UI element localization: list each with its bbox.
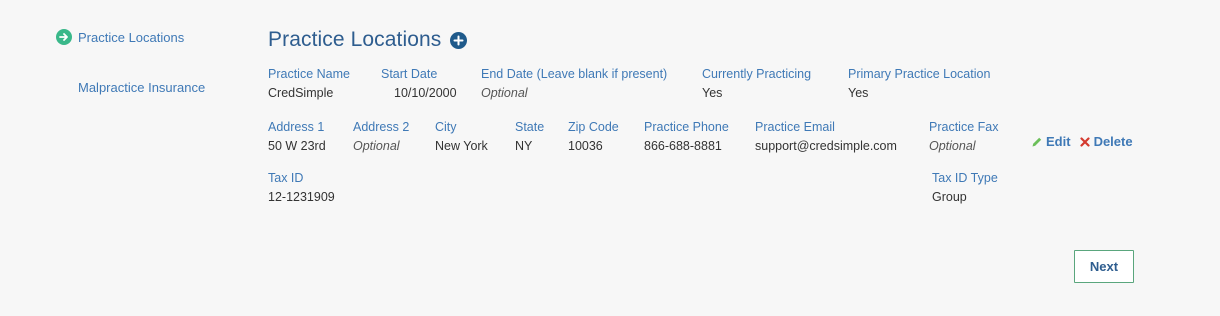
field-practice-name: Practice Name CredSimple <box>268 66 350 101</box>
field-value: Group <box>932 190 967 204</box>
field-label: Practice Email <box>755 120 835 134</box>
field-label: Practice Phone <box>644 120 729 134</box>
page-header: Practice Locations <box>268 28 468 52</box>
field-value: Optional <box>353 139 400 153</box>
edit-button[interactable]: Edit <box>1031 134 1071 149</box>
field-label: Start Date <box>381 67 438 81</box>
arrow-circle-right-icon <box>56 29 72 45</box>
edit-label: Edit <box>1046 134 1071 149</box>
field-value: Optional <box>929 139 976 153</box>
field-value: NY <box>515 139 533 153</box>
field-value: Optional <box>481 86 528 100</box>
field-tax-id-type: Tax ID Type Group <box>932 170 998 205</box>
delete-button[interactable]: Delete <box>1079 134 1133 149</box>
field-label: Address 1 <box>268 120 325 134</box>
field-city: City New York <box>435 119 488 154</box>
field-value: 866-688-8881 <box>644 139 722 153</box>
field-label: End Date (Leave blank if present) <box>481 67 668 81</box>
field-zip-code: Zip Code 10036 <box>568 119 619 154</box>
page-title: Practice Locations <box>268 28 442 51</box>
field-start-date: Start Date 10/10/2000 <box>381 66 457 101</box>
field-practice-phone: Practice Phone 866-688-8881 <box>644 119 729 154</box>
field-value: support@credsimple.com <box>755 139 897 153</box>
field-practice-fax: Practice Fax Optional <box>929 119 998 154</box>
field-label: City <box>435 120 457 134</box>
field-value: CredSimple <box>268 86 334 100</box>
pencil-icon <box>1032 137 1042 146</box>
field-label: Tax ID Type <box>932 171 998 185</box>
next-button[interactable]: Next <box>1074 250 1134 283</box>
field-tax-id: Tax ID 12-1231909 <box>268 170 335 205</box>
field-value: Yes <box>702 86 723 100</box>
field-practice-email: Practice Email support@credsimple.com <box>755 119 897 154</box>
field-label: Address 2 <box>353 120 410 134</box>
field-end-date: End Date (Leave blank if present) Option… <box>481 66 667 101</box>
field-label: Practice Name <box>268 67 350 81</box>
field-value: 10036 <box>568 139 603 153</box>
field-label: Zip Code <box>568 120 619 134</box>
field-label: Primary Practice Location <box>848 67 991 81</box>
close-icon <box>1079 136 1090 147</box>
field-label: State <box>515 120 545 134</box>
field-primary-practice-location: Primary Practice Location Yes <box>848 66 990 101</box>
field-currently-practicing: Currently Practicing Yes <box>702 66 811 101</box>
field-value: 12-1231909 <box>268 190 335 204</box>
field-label: Practice Fax <box>929 120 999 134</box>
add-location-button[interactable] <box>450 31 468 49</box>
field-value: 50 W 23rd <box>268 139 326 153</box>
plus-circle-icon <box>453 35 464 45</box>
sidebar-item-label: Practice Locations <box>78 29 185 45</box>
field-label: Currently Practicing <box>702 67 812 81</box>
field-address-1: Address 1 50 W 23rd <box>268 119 326 154</box>
delete-label: Delete <box>1093 134 1133 149</box>
sidebar-item-malpractice-insurance[interactable]: Malpractice Insurance <box>78 80 205 95</box>
sidebar-item-practice-locations[interactable]: Practice Locations <box>56 29 184 45</box>
field-label: Tax ID <box>268 171 304 185</box>
field-value: New York <box>435 139 488 153</box>
field-value: Yes <box>848 86 869 100</box>
field-value: 10/10/2000 <box>394 86 457 100</box>
location-actions: Edit Delete <box>1031 134 1133 149</box>
field-state: State NY <box>515 119 544 154</box>
page: Practice Locations Malpractice Insurance… <box>0 0 1220 316</box>
sidebar-item-label: Malpractice Insurance <box>78 80 206 95</box>
field-address-2: Address 2 Optional <box>353 119 409 154</box>
